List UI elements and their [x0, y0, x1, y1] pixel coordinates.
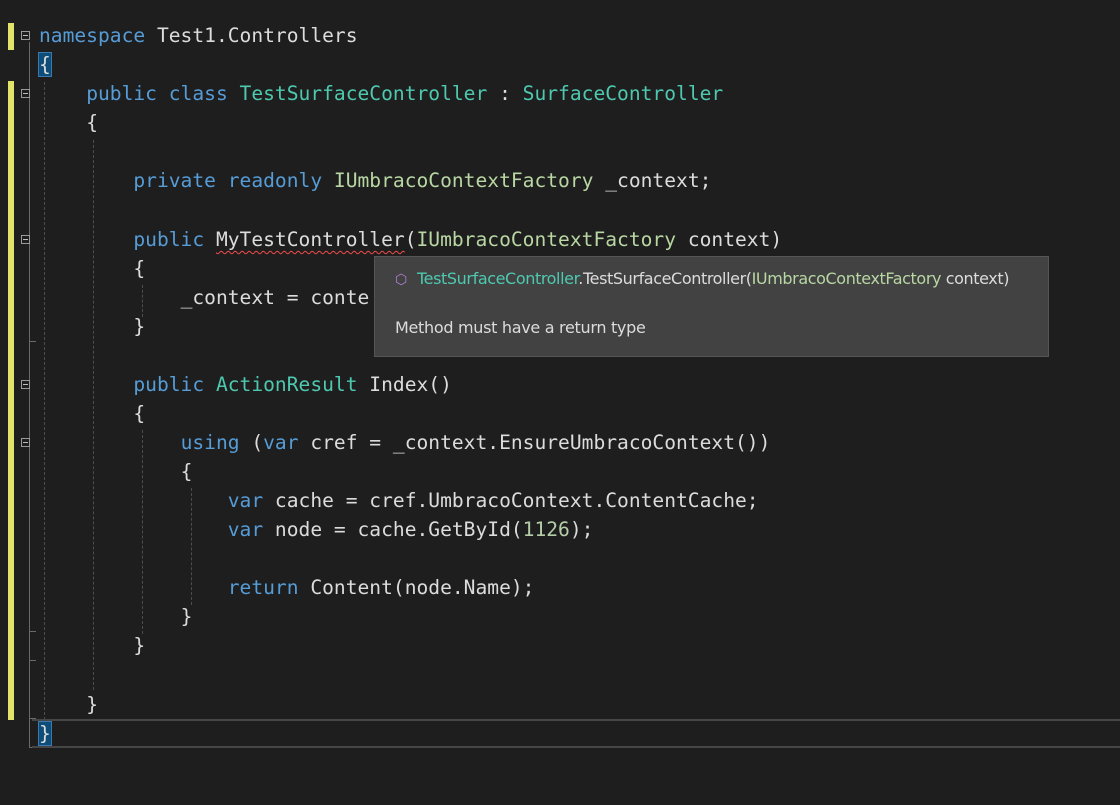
- return-rest: Content(node.Name);: [298, 576, 535, 599]
- brace: }: [86, 693, 98, 716]
- change-marker: [8, 81, 14, 720]
- code-line-field[interactable]: private readonly IUmbracoContextFactory …: [39, 166, 711, 195]
- collapse-icon[interactable]: [21, 235, 30, 244]
- code-line-namespace[interactable]: namespace Test1.Controllers: [39, 21, 358, 50]
- code-line-class-close[interactable]: }: [39, 690, 98, 719]
- code-line-using-open[interactable]: {: [39, 457, 193, 486]
- keyword: var: [227, 518, 264, 541]
- collapse-icon[interactable]: [21, 89, 30, 98]
- quick-info-tooltip: ⬡ TestSurfaceController.TestSurfaceContro…: [374, 256, 1049, 357]
- code-line-return[interactable]: return Content(node.Name);: [39, 573, 535, 602]
- code-line-class-open[interactable]: {: [39, 108, 98, 137]
- keyword: var: [227, 489, 264, 512]
- keyword: public: [86, 82, 157, 105]
- keyword: public: [133, 228, 205, 251]
- code-line-using-close[interactable]: }: [39, 602, 193, 631]
- cache-rest: cache = cref.UmbracoContext.ContentCache…: [263, 489, 759, 512]
- assign-text: _context = conte: [180, 286, 370, 309]
- namespace-name: Test1.Controllers: [156, 24, 358, 47]
- using-rest: cref = _context.EnsureUmbracoContext()): [298, 431, 771, 454]
- collapse-icon[interactable]: [21, 380, 30, 389]
- keyword: private: [133, 169, 216, 192]
- keyword: namespace: [39, 24, 146, 47]
- keyword: class: [168, 82, 228, 105]
- code-line-action[interactable]: public ActionResult Index(): [39, 370, 452, 399]
- error-squiggle-ctor-name[interactable]: MyTestController: [216, 228, 405, 251]
- method-sig: Index(): [357, 373, 452, 396]
- colon: :: [487, 82, 523, 105]
- keyword: public: [133, 373, 205, 396]
- outline-line: [29, 42, 30, 748]
- class-name: ActionResult: [215, 373, 358, 396]
- code-line-action-open[interactable]: {: [39, 399, 145, 428]
- keyword: using: [180, 431, 240, 454]
- current-line-highlight: [32, 719, 1120, 748]
- param-rest: context): [676, 228, 783, 251]
- brace: {: [86, 111, 98, 134]
- outline-end: [29, 341, 36, 342]
- code-line-ctor[interactable]: public MyTestController(IUmbracoContextF…: [39, 225, 782, 254]
- outline-end: [29, 631, 36, 632]
- matched-brace: }: [38, 721, 52, 746]
- paren: (: [239, 431, 264, 454]
- tooltip-error-message: Method must have a return type: [395, 318, 646, 337]
- code-line-action-close[interactable]: }: [39, 631, 145, 660]
- paren: (: [404, 228, 417, 251]
- field-name: _context;: [593, 169, 712, 192]
- code-line-ctor-close[interactable]: }: [39, 312, 145, 341]
- brace: {: [133, 257, 146, 280]
- outline-end: [29, 660, 36, 661]
- collapse-icon[interactable]: [21, 31, 30, 40]
- brace: {: [180, 460, 193, 483]
- tooltip-signature: ⬡ TestSurfaceController.TestSurfaceContro…: [395, 269, 1010, 288]
- code-line-namespace-close[interactable]: }: [38, 719, 52, 748]
- code-line-class-decl[interactable]: public class TestSurfaceController : Sur…: [39, 79, 723, 108]
- code-line-node[interactable]: var node = cache.GetById(1126);: [39, 515, 594, 544]
- cube-icon: ⬡: [395, 272, 407, 288]
- base-class: SurfaceController: [522, 82, 724, 105]
- tooltip-class[interactable]: TestSurfaceController: [417, 269, 579, 288]
- interface-type: IUmbracoContextFactory: [333, 169, 594, 192]
- brace: }: [133, 315, 146, 338]
- code-line-cache[interactable]: var cache = cref.UmbracoContext.ContentC…: [39, 486, 759, 515]
- code-editor[interactable]: namespace Test1.Controllers { public cla…: [0, 0, 1120, 805]
- interface-type: IUmbracoContextFactory: [416, 228, 677, 251]
- code-line-namespace-open[interactable]: {: [38, 50, 52, 79]
- code-line-using[interactable]: using (var cref = _context.EnsureUmbraco…: [39, 428, 771, 457]
- brace: {: [133, 402, 146, 425]
- tooltip-param-type[interactable]: IUmbracoContextFactory: [752, 269, 942, 288]
- tooltip-method: .TestSurfaceController(: [578, 269, 752, 288]
- change-marker: [8, 23, 14, 50]
- code-line-ctor-open[interactable]: {: [39, 254, 145, 283]
- keyword: var: [263, 431, 299, 454]
- matched-brace: {: [38, 52, 52, 77]
- keyword: readonly: [227, 169, 323, 192]
- number-literal: 1126: [522, 518, 570, 541]
- keyword: return: [227, 576, 299, 599]
- code-line-assign[interactable]: _context = conte: [39, 283, 370, 312]
- node-end: );: [569, 518, 594, 541]
- tooltip-param-rest: context): [941, 269, 1010, 288]
- collapse-icon[interactable]: [21, 438, 30, 447]
- class-name: TestSurfaceController: [239, 82, 488, 105]
- node-rest: node = cache.GetById(: [263, 518, 523, 541]
- brace: }: [133, 634, 146, 657]
- brace: }: [180, 605, 193, 628]
